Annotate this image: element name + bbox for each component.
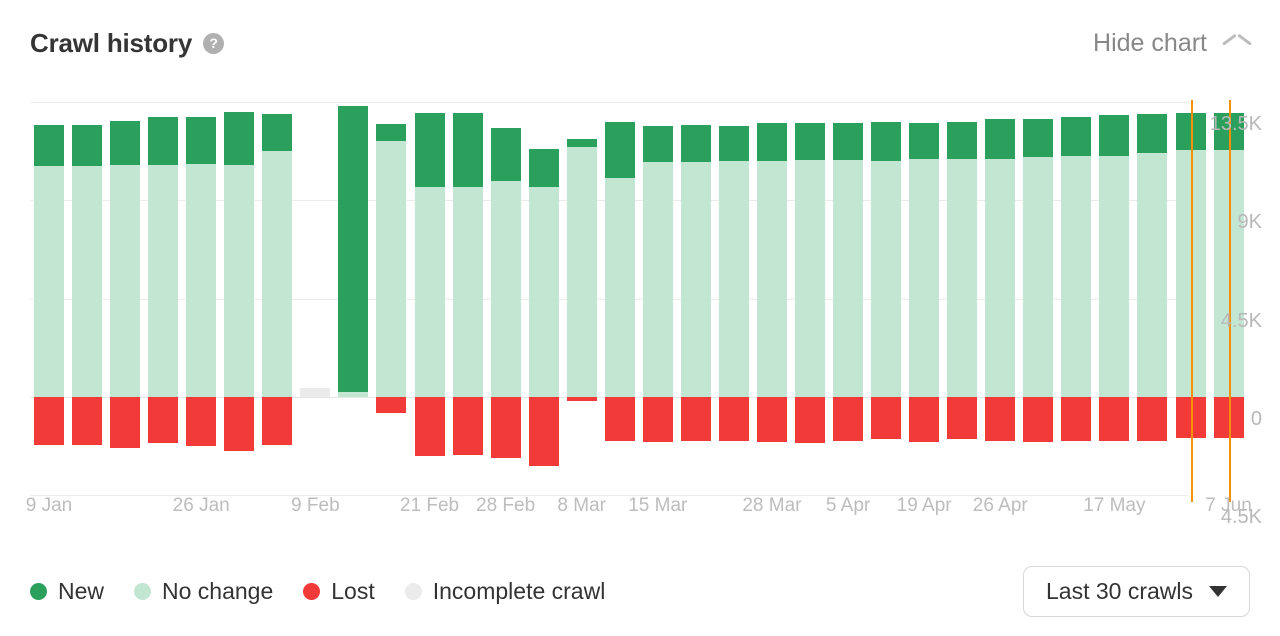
card-header: Crawl history ? Hide chart [0,0,1280,86]
legend-item-new[interactable]: New [30,577,105,604]
x-axis-tick-label: 15 Mar [628,495,688,516]
x-axis-tick-label: 28 Feb [476,495,536,516]
legend-swatch-icon [30,582,47,600]
crawl-range-select[interactable]: Last 30 crawls [1022,565,1250,617]
x-axis-tick-label: 21 Feb [399,495,460,516]
crawl-range-value: Last 30 crawls [1045,577,1193,604]
x-axis-labels: 9 Jan 26 Jan 9 Feb 21 Feb 28 Feb 8 Mar 15 Mar 2… [0,86,1280,536]
x-axis-tick-label: 8 Mar [557,495,606,516]
legend-label: New [58,577,105,604]
chart-footer: New No change Lost Incomplete crawl Last 30… [0,546,1280,636]
x-axis-tick-label: 19 Apr [896,495,952,516]
x-axis-tick-label: 9 Feb [291,495,340,516]
caret-down-icon [1209,585,1227,597]
x-axis-tick-label: 9 Jan [25,495,73,516]
x-axis-tick-label: 28 Mar [742,495,802,516]
x-axis-tick-label: 26 Apr [972,495,1028,516]
x-axis-tick-label: 5 Apr [825,495,871,516]
legend-item-incomplete[interactable]: Incomplete crawl [404,577,606,604]
legend-label: Incomplete crawl [432,577,606,604]
legend-swatch-icon [303,582,321,600]
title-group: Crawl history ? [30,28,225,58]
legend-label: Lost [331,577,375,604]
crawl-history-card: Crawl history ? Hide chart 13.5K 9K 4.5K 0 4… [0,0,1280,636]
legend-swatch-icon [404,582,422,600]
question-mark-icon[interactable]: ? [203,32,225,54]
legend-label: No change [162,577,274,604]
legend-item-no-change[interactable]: No change [134,577,274,604]
x-axis-tick-label: 26 Jan [172,495,230,516]
hide-chart-label: Hide chart [1093,28,1207,57]
crawl-history-chart: 13.5K 9K 4.5K 0 4.5K 9 Jan 26 Jan 9 Feb 21 Feb 2… [0,86,1280,536]
chevron-up-icon [1224,36,1250,51]
hide-chart-button[interactable]: Hide chart [1093,28,1250,57]
page-title: Crawl history [30,28,193,58]
x-axis-tick-label: 7 Jun [1205,495,1252,516]
legend-item-lost[interactable]: Lost [303,577,375,604]
x-axis-tick-label: 17 May [1083,495,1146,516]
chart-legend: New No change Lost Incomplete crawl [30,577,606,604]
legend-swatch-icon [134,582,152,600]
